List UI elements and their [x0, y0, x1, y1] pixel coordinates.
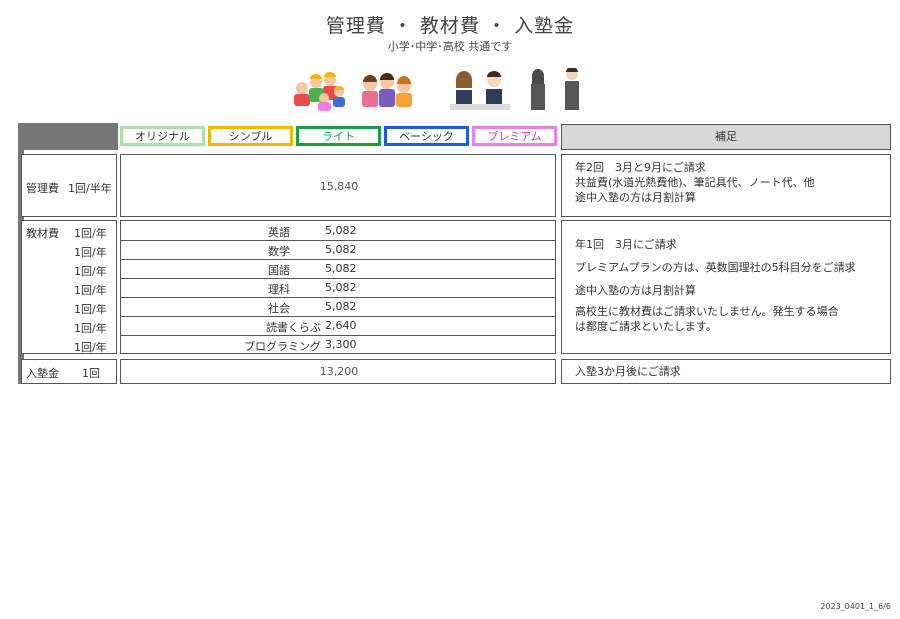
- kyozaihi-note-5: は都度ご請求といたします。: [575, 320, 717, 333]
- kanrihi-label: 管理費: [26, 182, 59, 195]
- kyozaihi-freq: 1回/年: [74, 227, 107, 240]
- row-divider: [120, 240, 556, 241]
- row-divider: [120, 297, 556, 298]
- kyozaihi-note-1: 年1回 3月にご請求: [575, 238, 677, 251]
- subject-value: 5,082: [325, 300, 357, 313]
- subject-value: 5,082: [325, 224, 357, 237]
- kyozaihi-freq: 1回/年: [74, 341, 107, 354]
- subject-label: 国語: [268, 264, 290, 277]
- kyozaihi-note-4: 高校生に教材費はご請求いたしません。発生する場合: [575, 305, 839, 318]
- kanrihi-value-box: 15,840: [120, 154, 556, 217]
- subject-label: 理科: [268, 283, 290, 296]
- kyozaihi-freq: 1回/年: [74, 303, 107, 316]
- nyujukin-value-box: 13,200: [120, 359, 556, 384]
- nyujukin-label: 入塾金: [26, 367, 59, 380]
- adult-students-icon: [531, 68, 579, 110]
- kanrihi-note-1: 年2回 3月と9月にご請求: [575, 161, 706, 174]
- kyozaihi-label: 教材費: [26, 227, 59, 240]
- students-illustration: [294, 68, 579, 111]
- row-divider: [120, 335, 556, 336]
- kyozaihi-freq: 1回/年: [74, 284, 107, 297]
- page-subtitle: 小学･中学･高校 共通です: [387, 40, 513, 53]
- kanrihi-freq: 1回/半年: [68, 182, 112, 195]
- subject-label: プログラミング: [244, 340, 321, 353]
- kanrihi-value: 15,840: [319, 180, 359, 193]
- subject-label: 数学: [268, 245, 290, 258]
- row-divider: [120, 278, 556, 279]
- kanrihi-note-2: 共益費(水道光熱費他)、筆記具代、ノート代、他: [575, 176, 815, 189]
- plan-basic: ベーシック: [384, 126, 469, 146]
- plan-original: オリジナル: [120, 126, 205, 146]
- row-divider: [120, 316, 556, 317]
- subject-value: 2,640: [325, 319, 357, 332]
- plan-premium: プレミアム: [472, 126, 557, 146]
- kyozaihi-freq: 1回/年: [74, 246, 107, 259]
- high-school-students-icon: [450, 71, 510, 110]
- kanrihi-notes-box: 年2回 3月と9月にご請求 共益費(水道光熱費他)、筆記具代、ノート代、他 途中…: [561, 154, 891, 217]
- nyujukin-note-box: 入塾3か月後にご請求: [561, 359, 891, 384]
- table-corner: [18, 123, 118, 150]
- subject-label: 読書くらぶ: [266, 321, 321, 334]
- kyozaihi-note-2: プレミアムプランの方は、英数国理社の5科目分をご請求: [575, 261, 856, 274]
- subject-value: 5,082: [325, 281, 357, 294]
- subject-value: 3,300: [325, 338, 357, 351]
- plan-light: ライト: [296, 126, 381, 146]
- subject-label: 英語: [268, 226, 290, 239]
- nyujukin-freq: 1回: [82, 367, 100, 380]
- kyozaihi-freq: 1回/年: [74, 322, 107, 335]
- nyujukin-value: 13,200: [319, 365, 359, 378]
- middle-school-kids-icon: [362, 73, 412, 107]
- row-divider: [120, 259, 556, 260]
- elementary-kids-icon: [294, 72, 345, 111]
- kanrihi-label-box: 管理費 1回/半年: [21, 154, 117, 217]
- nyujukin-label-box: 入塾金 1回: [21, 359, 117, 384]
- nyujukin-note: 入塾3か月後にご請求: [575, 365, 681, 378]
- page-title: 管理費 ・ 教材費 ・ 入塾金: [325, 15, 575, 37]
- kyozaihi-label-box: 教材費 1回/年 1回/年 1回/年 1回/年 1回/年 1回/年 1回/年: [21, 220, 117, 354]
- hosoku-header: 補足: [561, 124, 891, 150]
- kyozaihi-notes-box: 年1回 3月にご請求 プレミアムプランの方は、英数国理社の5科目分をご請求 途中…: [561, 220, 891, 354]
- page-footer: 2023_0401_1_6/6: [820, 602, 891, 611]
- kyozaihi-note-3: 途中入塾の方は月割計算: [575, 284, 696, 297]
- subject-value: 5,082: [325, 262, 357, 275]
- subject-value: 5,082: [325, 243, 357, 256]
- subject-label: 社会: [268, 302, 290, 315]
- kyozaihi-freq: 1回/年: [74, 265, 107, 278]
- kanrihi-note-3: 途中入塾の方は月割計算: [575, 191, 696, 204]
- plan-simple: シンプル: [208, 126, 293, 146]
